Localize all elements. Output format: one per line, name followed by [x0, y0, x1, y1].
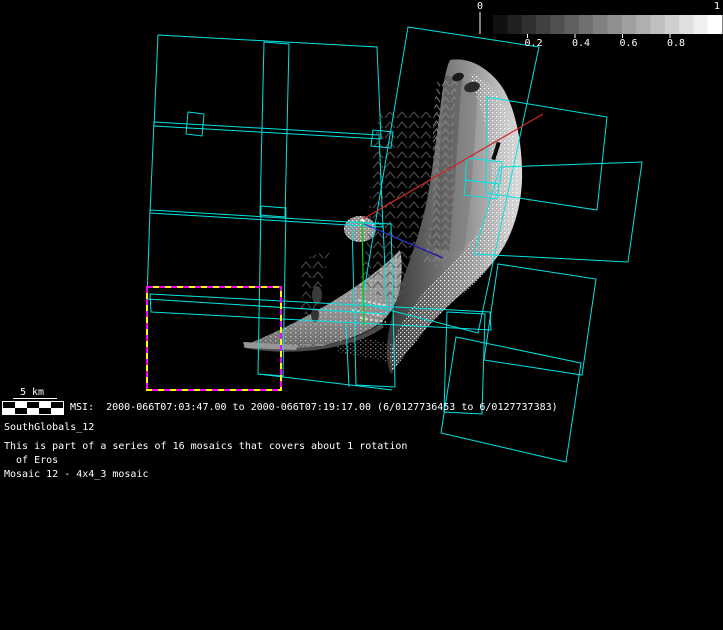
colorbar-step	[650, 15, 665, 34]
colorbar-tick-label: 0.8	[661, 38, 691, 49]
caption-line-4: Mosaic 12 - 4x4_3 mosaic	[4, 469, 149, 481]
caption-line-3: of Eros	[4, 455, 58, 467]
footprint-outline	[441, 337, 581, 462]
colorbar-step	[665, 15, 680, 34]
footprint-outline	[484, 264, 596, 375]
scale-bar	[2, 401, 64, 415]
caption-line-1: SouthGlobals_12	[4, 422, 94, 434]
colorbar-step	[536, 15, 551, 34]
status-line: MSI: 2000-066T07:03:47.00 to 2000-066T07…	[70, 402, 558, 414]
colorbar-step	[579, 15, 594, 34]
render-view	[0, 0, 723, 630]
colorbar	[480, 12, 723, 38]
colorbar-step	[593, 15, 608, 34]
colorbar-step	[708, 15, 723, 34]
colorbar-tick-label: 0.2	[519, 38, 549, 49]
visualization-canvas[interactable]: 0 1 0.20.40.60.8 5 km MSI: 2000-066T07:0…	[0, 0, 723, 630]
scalebar-cell	[51, 408, 63, 414]
colorbar-step	[507, 15, 522, 34]
colorbar-step	[636, 15, 651, 34]
footprint-outline	[150, 122, 383, 227]
caption-line-2: This is part of a series of 16 mosaics t…	[4, 441, 407, 453]
footprint-outline	[154, 35, 381, 139]
scale-bar-line	[13, 398, 57, 399]
scalebar-cell	[3, 408, 15, 414]
scalebar-cell	[27, 408, 39, 414]
colorbar-step	[522, 15, 537, 34]
colorbar-tick-label: 0.6	[614, 38, 644, 49]
colorbar-step	[693, 15, 708, 34]
scalebar-cell	[39, 408, 51, 414]
colorbar-step	[493, 15, 508, 34]
colorbar-step	[565, 15, 580, 34]
footprint-edge	[258, 374, 392, 390]
colorbar-min-label: 0	[465, 1, 495, 12]
colorbar-max-label: 1	[702, 1, 723, 12]
colorbar-step	[608, 15, 623, 34]
colorbar-step	[550, 15, 565, 34]
colorbar-tick-label: 0.4	[566, 38, 596, 49]
scalebar-cell	[15, 408, 27, 414]
colorbar-step	[622, 15, 637, 34]
colorbar-step	[679, 15, 694, 34]
